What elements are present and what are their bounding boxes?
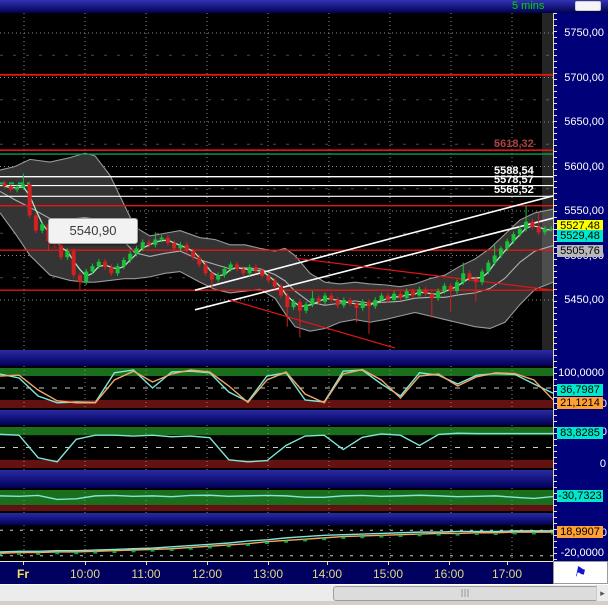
price-axis-label: 5650,00 [564, 116, 604, 128]
time-axis-label: 17:00 [492, 567, 522, 581]
time-axis-tick [146, 562, 147, 565]
indicator-badge: -30,7323 [557, 490, 603, 502]
panel-separator [0, 470, 553, 488]
indicator-badge: 18,9907 [557, 526, 603, 538]
time-axis-tick [449, 562, 450, 565]
time-axis-tick [507, 562, 508, 565]
indicator-panel-rsi[interactable] [0, 425, 553, 470]
time-axis-tick [207, 562, 208, 565]
panel-separator [0, 513, 553, 525]
indicator-axis-label: 0 [600, 458, 606, 470]
time-axis-label: 11:00 [131, 567, 160, 581]
timeframe-label: 5 mins [512, 0, 544, 13]
time-axis-label: Fr [17, 567, 29, 581]
horizontal-scrollbar[interactable]: ▸ [0, 584, 608, 601]
indicator-zone [0, 460, 553, 468]
titlebar-button[interactable] [575, 1, 601, 11]
time-axis-label: 10:00 [70, 567, 100, 581]
scroll-right-arrow-icon[interactable]: ▸ [596, 585, 608, 601]
time-axis-tick [388, 562, 389, 565]
tooltip-value: 5540,90 [70, 223, 117, 238]
indicator-panel-williams[interactable] [0, 488, 553, 513]
panel-separator [0, 410, 553, 425]
scrollbar-grip-icon [462, 589, 471, 597]
price-axis-label: 5550,00 [564, 205, 604, 217]
time-axis-label: 12:00 [192, 567, 222, 581]
indicator-badge: 36,7987 [557, 384, 603, 396]
panel-separator [0, 350, 553, 366]
time-axis-label: 13:00 [253, 567, 283, 581]
time-axis-label: 14:00 [312, 567, 342, 581]
time-axis-tick [85, 562, 86, 565]
time-axis-tick [23, 562, 24, 565]
price-badge: 5529,48 [557, 230, 603, 242]
price-tooltip: 5540,90 [48, 218, 138, 244]
time-axis-tick [268, 562, 269, 565]
time-axis[interactable]: Fr 10:00 11:00 12:00 13:00 14:00 15:00 16:00 17:… [0, 561, 553, 584]
price-axis-label: 5750,00 [564, 27, 604, 39]
scrollbar-thumb[interactable] [333, 586, 599, 601]
flag-icon: ⚑ [572, 563, 588, 582]
indicator-zone [0, 505, 553, 511]
indicator-badge: 21,1214 [557, 397, 603, 409]
axis-tick-strip [554, 13, 557, 561]
price-axis-label: 5450,00 [564, 294, 604, 306]
time-axis-label: 16:00 [434, 567, 464, 581]
price-badge: 5505,76 [557, 245, 603, 257]
trading-chart-window: 5 mins 5750,00 5700,00 5650,00 5600,00 5550,… [0, 0, 608, 605]
price-axis-label: 5600,00 [564, 161, 604, 173]
window-bottom-edge [0, 601, 608, 605]
time-axis-tick [327, 562, 328, 565]
indicator-zone [0, 400, 553, 408]
price-axis[interactable]: 5750,005700,005650,005600,005550,005500,… [553, 13, 608, 561]
corner-tool-box[interactable]: ⚑ [553, 561, 608, 584]
main-price-chart[interactable] [0, 13, 553, 350]
time-axis-label: 15:00 [373, 567, 403, 581]
indicator-badge: 83,8285 [557, 427, 603, 439]
indicator-axis-label: -20,0000 [561, 547, 604, 559]
indicator-panel-momentum[interactable] [0, 525, 553, 561]
indicator-axis-label: 100,0000 [558, 367, 604, 379]
last-bar-highlight [542, 13, 553, 350]
chart-titlebar: 5 mins [0, 0, 608, 13]
price-axis-label: 5700,00 [564, 72, 604, 84]
indicator-panel-stochastic[interactable] [0, 366, 553, 410]
